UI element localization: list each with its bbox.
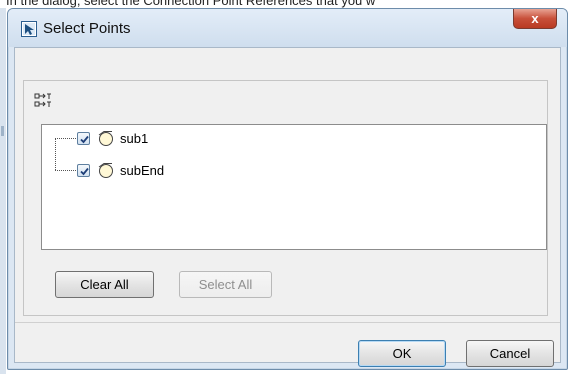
instruction-caption: In the dialog, select the Connection Poi… [6,0,376,8]
points-tree[interactable]: sub1 subEnd [41,124,547,250]
tree-item-label: subEnd [120,163,165,178]
checkbox[interactable] [77,132,90,145]
titlebar[interactable]: Select Points x [8,9,567,47]
dialog-title: Select Points [43,20,131,37]
dialog-content: sub1 subEnd Clear All Select All OK Canc… [14,47,561,367]
tree-connector-line [55,138,56,170]
connection-point-reference-icon [98,163,113,178]
footer-separator [15,322,560,323]
connection-point-reference-icon [98,131,113,146]
select-points-icon [21,21,37,37]
clear-all-button[interactable]: Clear All [55,271,154,298]
background-grip [1,126,4,136]
close-button[interactable]: x [513,9,557,29]
cancel-button[interactable]: Cancel [466,340,554,367]
tree-item-label: sub1 [120,131,149,146]
checkmark-icon [80,167,89,176]
checkmark-icon [80,135,89,144]
tree-connector-line [55,170,76,171]
expand-collapse-icon[interactable] [34,92,54,110]
select-points-dialog: Select Points x sub1 subEnd Clear All Se… [7,8,568,370]
tree-connector-line [55,138,76,139]
checkbox[interactable] [77,164,90,177]
background-window-edge [0,8,6,374]
select-all-button[interactable]: Select All [179,271,272,298]
ok-button[interactable]: OK [358,340,446,367]
